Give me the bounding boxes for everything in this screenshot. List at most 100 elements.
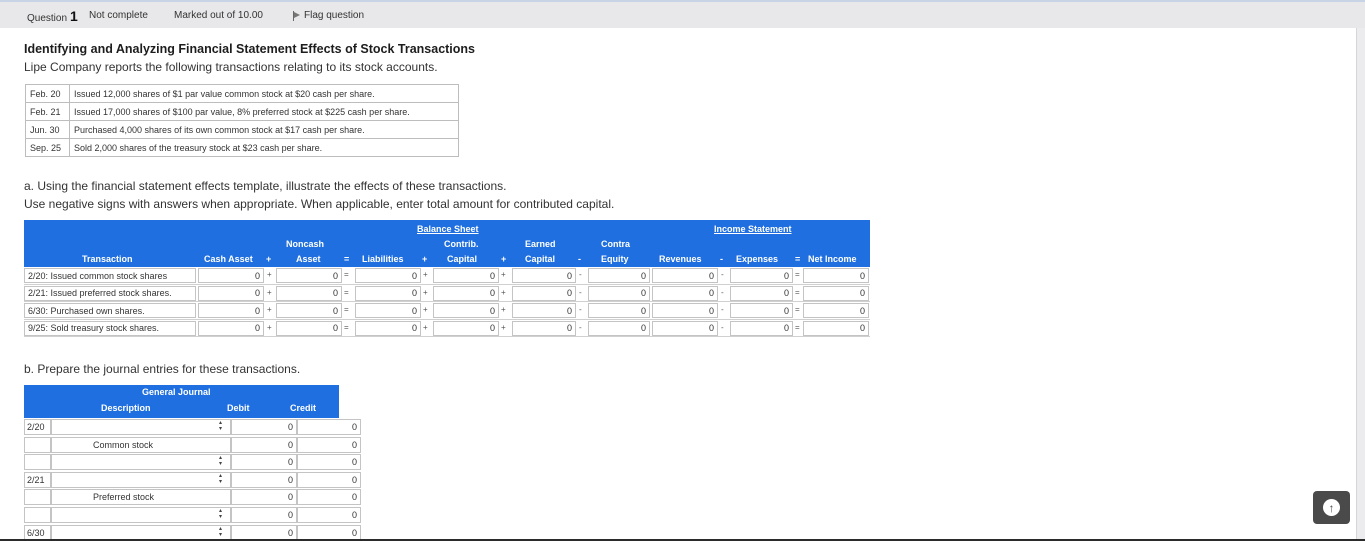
credit-input[interactable]: 0	[297, 419, 361, 435]
col-cash-asset: Cash Asset	[204, 254, 253, 264]
journal-date	[24, 489, 51, 506]
operator: -	[721, 322, 724, 332]
credit-input[interactable]: 0	[297, 471, 361, 488]
debit-input[interactable]: 0	[231, 419, 297, 435]
account-description: Common stock	[51, 436, 231, 453]
journal-row: 2/21 00	[24, 471, 361, 489]
cash-asset-input[interactable]: 0	[198, 268, 264, 283]
operator: +	[501, 322, 506, 332]
revenues-input[interactable]: 0	[652, 303, 718, 318]
expenses-input[interactable]: 0	[730, 285, 793, 301]
table-row: Sep. 25 Sold 2,000 shares of the treasury…	[25, 138, 459, 157]
liabilities-input[interactable]: 0	[355, 268, 421, 283]
operator: =	[795, 287, 800, 297]
debit-input[interactable]: 0	[231, 489, 297, 506]
noncash-asset-input[interactable]: 0	[276, 303, 342, 318]
contrib-capital-input[interactable]: 0	[433, 268, 499, 283]
effects-template: Balance Sheet Income Statement Transacti…	[24, 220, 870, 337]
col-earned-line1: Earned	[525, 239, 556, 249]
journal-date	[24, 436, 51, 453]
operator: -	[579, 322, 582, 332]
debit-input[interactable]: 0	[231, 506, 297, 523]
operator: =	[344, 270, 349, 279]
account-select[interactable]	[51, 471, 231, 488]
earned-capital-input[interactable]: 0	[512, 285, 576, 301]
revenues-input[interactable]: 0	[652, 285, 718, 301]
credit-input[interactable]: 0	[297, 454, 361, 471]
transaction-label: 2/20: Issued common stock shares	[24, 268, 196, 283]
journal-row: 00	[24, 506, 361, 524]
expenses-input[interactable]: 0	[730, 268, 793, 283]
table-row: 6/30: Purchased own shares. 0 +0 = 0 +0 +0-0 0-…	[24, 302, 870, 320]
liabilities-input[interactable]: 0	[355, 320, 421, 336]
contrib-capital-input[interactable]: 0	[433, 285, 499, 301]
cash-asset-input[interactable]: 0	[198, 285, 264, 301]
col-liabilities: Liabilities	[362, 254, 404, 264]
debit-input[interactable]: 0	[231, 471, 297, 488]
net-income-input[interactable]: 0	[803, 303, 869, 318]
part-a-note: Use negative signs with answers when app…	[24, 197, 615, 211]
earned-capital-input[interactable]: 0	[512, 268, 576, 283]
effects-header: Balance Sheet Income Statement Transacti…	[24, 220, 870, 267]
operator: +	[267, 305, 272, 314]
arrow-up-circle-icon: ↑	[1323, 499, 1340, 516]
transaction-text: Issued 12,000 shares of $1 par value com…	[69, 84, 459, 103]
operator: =	[795, 305, 800, 314]
cash-asset-input[interactable]: 0	[198, 320, 264, 336]
op-plus: +	[501, 254, 507, 264]
flag-question-button[interactable]: Flag question	[292, 10, 364, 21]
col-earned-line2: Capital	[525, 254, 556, 264]
flag-question-label: Flag question	[304, 10, 365, 21]
contra-equity-input[interactable]: 0	[588, 303, 650, 318]
table-row: 9/25: Sold treasury stock shares. 0 +0 = 0 +0…	[24, 320, 870, 337]
col-transaction: Transaction	[82, 254, 133, 264]
credit-input[interactable]: 0	[297, 506, 361, 523]
account-select[interactable]	[51, 419, 231, 435]
net-income-input[interactable]: 0	[803, 268, 869, 283]
net-income-input[interactable]: 0	[803, 320, 869, 336]
journal-row: 2/20 00	[24, 418, 361, 436]
noncash-asset-input[interactable]: 0	[276, 320, 342, 336]
noncash-asset-input[interactable]: 0	[276, 268, 342, 283]
contra-equity-input[interactable]: 0	[588, 320, 650, 336]
table-row: Jun. 30 Purchased 4,000 shares of its own…	[25, 120, 459, 139]
credit-input[interactable]: 0	[297, 436, 361, 453]
expenses-input[interactable]: 0	[730, 303, 793, 318]
debit-input[interactable]: 0	[231, 436, 297, 453]
expenses-input[interactable]: 0	[730, 320, 793, 336]
transactions-table: Feb. 20 Issued 12,000 shares of $1 par va…	[25, 84, 459, 157]
contra-equity-input[interactable]: 0	[588, 268, 650, 283]
scroll-to-top-button[interactable]: ↑	[1313, 491, 1350, 524]
revenues-input[interactable]: 0	[652, 268, 718, 283]
credit-input[interactable]: 0	[297, 489, 361, 506]
liabilities-input[interactable]: 0	[355, 285, 421, 301]
op-equals: =	[344, 254, 350, 264]
operator: +	[267, 287, 272, 297]
account-select[interactable]	[51, 454, 231, 471]
contrib-capital-input[interactable]: 0	[433, 303, 499, 318]
col-debit: Debit	[227, 403, 250, 413]
contrib-capital-input[interactable]: 0	[433, 320, 499, 336]
cash-asset-input[interactable]: 0	[198, 303, 264, 318]
earned-capital-input[interactable]: 0	[512, 320, 576, 336]
noncash-asset-input[interactable]: 0	[276, 285, 342, 301]
earned-capital-input[interactable]: 0	[512, 303, 576, 318]
col-contra-line2: Equity	[601, 254, 629, 264]
net-income-input[interactable]: 0	[803, 285, 869, 301]
debit-input[interactable]: 0	[231, 454, 297, 471]
revenues-input[interactable]: 0	[652, 320, 718, 336]
operator: =	[795, 270, 800, 279]
transaction-label: 6/30: Purchased own shares.	[24, 303, 196, 318]
account-select[interactable]	[51, 506, 231, 523]
operator: +	[501, 305, 506, 314]
question-label: Question 1	[27, 8, 78, 24]
liabilities-input[interactable]: 0	[355, 303, 421, 318]
col-noncash-line2: Asset	[296, 254, 321, 264]
question-number: 1	[70, 8, 78, 24]
journal-date: 2/21	[24, 471, 51, 488]
question-status: Not complete	[89, 10, 148, 21]
transaction-text: Sold 2,000 shares of the treasury stock …	[69, 138, 459, 157]
contra-equity-input[interactable]: 0	[588, 285, 650, 301]
col-description: Description	[101, 403, 151, 413]
operator: +	[423, 270, 428, 279]
